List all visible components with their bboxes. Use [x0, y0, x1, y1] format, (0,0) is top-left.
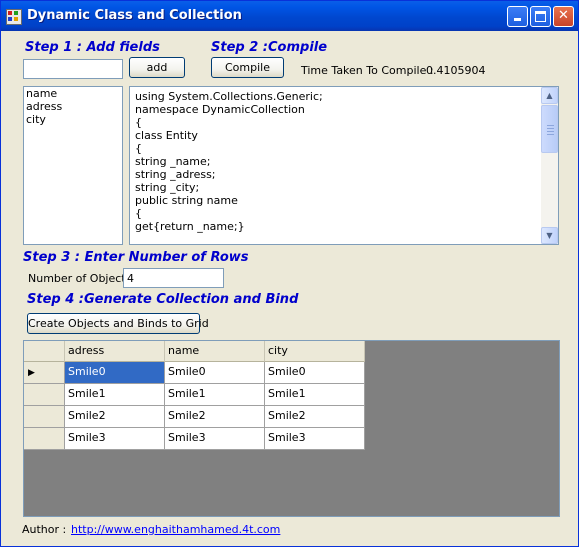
code-line: using System.Collections.Generic;	[135, 90, 323, 103]
maximize-icon	[535, 11, 546, 22]
grid-cell[interactable]: Smile0	[165, 362, 265, 384]
grid-cell[interactable]: Smile1	[265, 384, 365, 406]
chevron-down-icon: ▼	[546, 231, 553, 240]
code-line: class Entity	[135, 129, 198, 142]
scrollbar-thumb[interactable]	[541, 105, 558, 153]
chevron-up-icon: ▲	[546, 91, 553, 100]
code-line: namespace DynamicCollection	[135, 103, 305, 116]
row-header[interactable]	[24, 428, 65, 450]
minimize-button[interactable]	[507, 6, 528, 27]
grid-cell[interactable]: Smile3	[265, 428, 365, 450]
fields-listbox[interactable]: name adress city	[23, 86, 123, 245]
grid-cell[interactable]: Smile1	[65, 384, 165, 406]
column-header[interactable]: name	[165, 341, 265, 362]
window-title: Dynamic Class and Collection	[27, 8, 242, 23]
compile-button[interactable]: Compile	[211, 57, 284, 78]
app-window: Dynamic Class and Collection ✕ Step 1 : …	[0, 0, 579, 547]
grid-cell[interactable]: Smile0	[265, 362, 365, 384]
code-line: {	[135, 142, 142, 155]
number-of-objects-label: Number of Objects	[28, 272, 132, 285]
column-header[interactable]: adress	[65, 341, 165, 362]
author-link[interactable]: http://www.enghaithamhamed.4t.com	[71, 523, 280, 536]
list-item[interactable]: name	[24, 87, 122, 100]
code-vertical-scrollbar[interactable]: ▲ ▼	[541, 87, 558, 244]
generated-code-textarea[interactable]: using System.Collections.Generic; namesp…	[129, 86, 559, 245]
number-of-objects-input[interactable]	[123, 268, 224, 288]
compile-time-label: Time Taken To Compile :	[301, 64, 434, 77]
row-header[interactable]	[24, 406, 65, 428]
minimize-icon	[514, 18, 521, 21]
step4-heading: Step 4 :Generate Collection and Bind	[27, 292, 299, 307]
grid-cell[interactable]: Smile1	[165, 384, 265, 406]
create-objects-button[interactable]: Create Objects and Binds to Grid	[27, 313, 209, 334]
title-bar[interactable]: Dynamic Class and Collection ✕	[1, 1, 578, 31]
list-item[interactable]: adress	[24, 100, 122, 113]
app-icon	[6, 9, 22, 25]
scroll-up-button[interactable]: ▲	[541, 87, 558, 104]
close-icon: ✕	[558, 8, 569, 23]
code-line: string _city;	[135, 181, 200, 194]
code-line: get{return _name;}	[135, 220, 245, 233]
code-line: {	[135, 116, 142, 129]
step2-heading: Step 2 :Compile	[211, 40, 328, 55]
step1-heading: Step 1 : Add fields	[25, 40, 160, 55]
grid-cell[interactable]: Smile0	[65, 362, 165, 384]
add-field-button[interactable]: add	[129, 57, 185, 78]
row-header[interactable]	[24, 384, 65, 406]
data-grid[interactable]: adress name city ▶ Smile0 Smile0 Smile0 …	[23, 340, 560, 517]
grid-cell[interactable]: Smile2	[265, 406, 365, 428]
grid-cell[interactable]: Smile2	[165, 406, 265, 428]
code-line: string _adress;	[135, 168, 216, 181]
field-name-input[interactable]	[23, 59, 123, 79]
row-header[interactable]: ▶	[24, 362, 65, 384]
scroll-down-button[interactable]: ▼	[541, 227, 558, 244]
list-item[interactable]: city	[24, 113, 122, 126]
current-row-icon: ▶	[28, 368, 35, 378]
step3-heading: Step 3 : Enter Number of Rows	[23, 250, 249, 265]
code-line: public string name	[135, 194, 238, 207]
grid-cell[interactable]: Smile3	[165, 428, 265, 450]
column-header[interactable]: city	[265, 341, 365, 362]
code-lines: using System.Collections.Generic; namesp…	[135, 90, 323, 233]
grid-cell[interactable]: Smile2	[65, 406, 165, 428]
author-label: Author :	[22, 523, 67, 536]
close-button[interactable]: ✕	[553, 6, 574, 27]
grid-corner-header[interactable]	[24, 341, 65, 362]
maximize-button[interactable]	[530, 6, 551, 27]
grid-cell[interactable]: Smile3	[65, 428, 165, 450]
code-line: {	[135, 207, 142, 220]
code-line: string _name;	[135, 155, 211, 168]
compile-time-value: 0.4105904	[426, 64, 486, 77]
